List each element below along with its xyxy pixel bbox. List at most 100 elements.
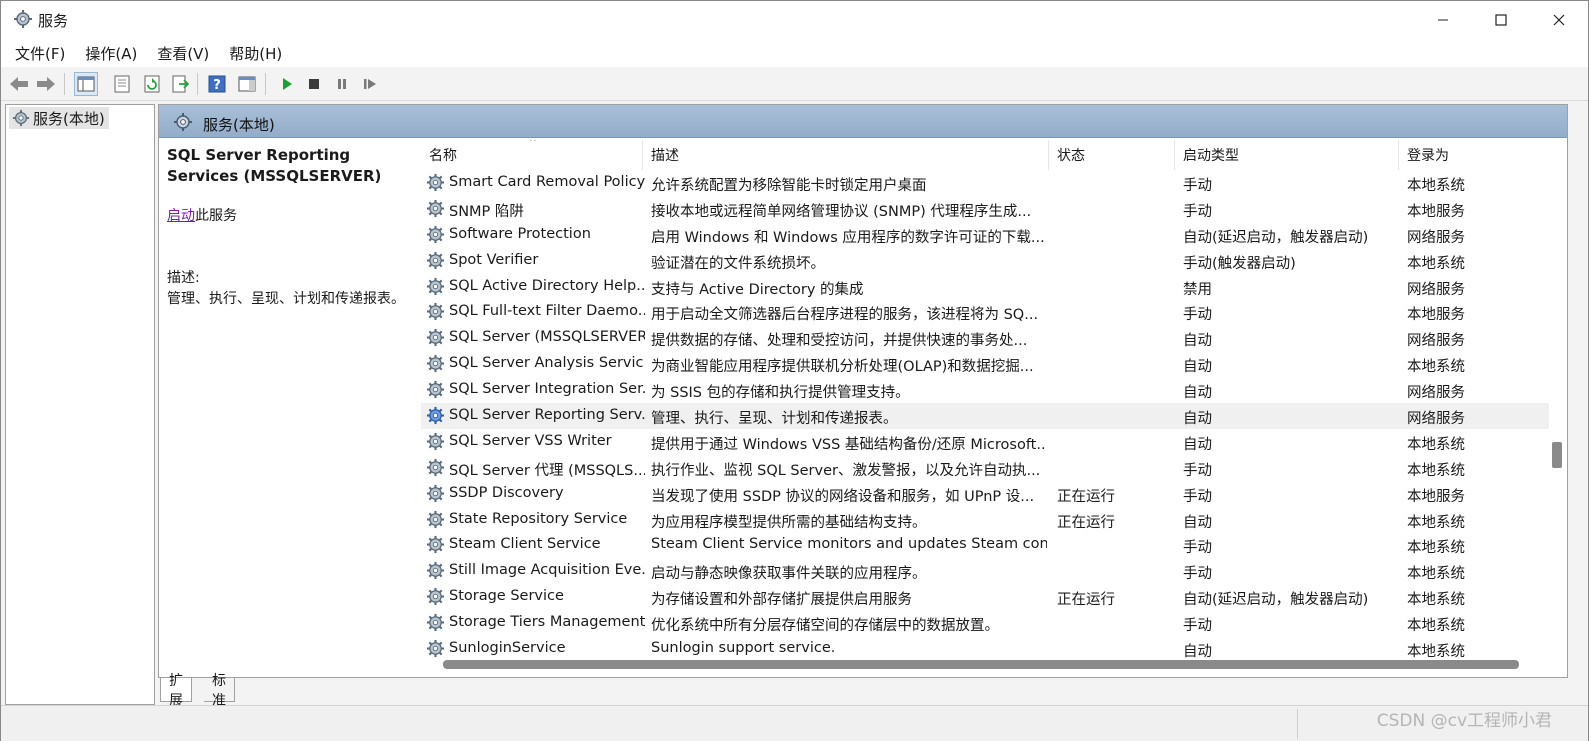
help-button[interactable]: ?	[205, 72, 229, 96]
selected-service-title: SQL Server Reporting Services (MSSQLSERV…	[167, 146, 382, 185]
service-startup-type: 手动	[1183, 178, 1212, 194]
tab-extended[interactable]: 扩展	[160, 673, 192, 709]
column-header-logon-as[interactable]: 登录为	[1399, 140, 1549, 170]
service-row[interactable]: SQL Active Directory Help... 支持与 Active D…	[421, 274, 1549, 300]
service-name: SQL Server (MSSQLSERVER)	[449, 329, 645, 346]
column-startup-label: 启动类型	[1183, 148, 1239, 164]
sort-ascending-icon: ^	[529, 140, 537, 148]
service-row[interactable]: SunloginService Sunlogin support service.…	[421, 636, 1549, 658]
menu-view[interactable]: 查看(V)	[149, 41, 217, 66]
play-icon	[283, 78, 292, 90]
stop-service-button[interactable]	[302, 72, 326, 96]
service-gear-icon	[426, 406, 445, 425]
service-logon-as: 本地系统	[1407, 644, 1465, 658]
start-service-link[interactable]: 启动	[167, 208, 195, 224]
service-startup-type: 手动	[1183, 462, 1212, 479]
service-row[interactable]: SNMP 陷阱 接收本地或远程简单网络管理协议 (SNMP) 代理程序生成... 手…	[421, 196, 1549, 222]
service-gear-icon	[426, 432, 445, 450]
service-logon-as: 本地系统	[1407, 592, 1465, 609]
services-list: 名称 ^ 描述 状态 启动类型 登录为 Smart Card Removal P…	[421, 140, 1549, 658]
column-header-name[interactable]: 名称 ^	[421, 140, 643, 170]
service-startup-type: 手动(触发器启动)	[1183, 255, 1296, 272]
export-icon	[172, 75, 189, 93]
show-action-pane-button[interactable]	[235, 72, 259, 96]
toolbar-separator	[64, 73, 65, 95]
service-row[interactable]: SQL Server (MSSQLSERVER) 提供数据的存储、处理和受控访问，…	[421, 325, 1549, 351]
start-service-button[interactable]	[275, 72, 299, 96]
properties-button[interactable]	[110, 72, 134, 96]
service-row[interactable]: SQL Server Reporting Serv... 管理、执行、呈现、计划和…	[421, 403, 1549, 429]
service-startup-type: 手动	[1183, 540, 1212, 557]
service-row[interactable]: Still Image Acquisition Eve... 启动与静态映像获取事…	[421, 558, 1549, 584]
service-row[interactable]: SQL Server VSS Writer 提供用于通过 Windows VSS …	[421, 429, 1549, 455]
service-logon-as: 本地系统	[1407, 436, 1465, 453]
service-row[interactable]: SQL Server 代理 (MSSQLS... 执行作业、监视 SQL Serv…	[421, 455, 1549, 481]
console-tree: 服务(本地)	[5, 104, 155, 705]
minimize-button[interactable]	[1414, 1, 1472, 39]
back-button[interactable]	[7, 72, 31, 96]
service-row[interactable]: Storage Tiers Management 优化系统中所有分层存储空间的存储…	[421, 610, 1549, 636]
service-gear-icon	[426, 277, 445, 295]
service-row[interactable]: State Repository Service 为应用程序模型提供所需的基础结构…	[421, 507, 1549, 533]
tab-standard[interactable]: 标准	[204, 673, 235, 709]
vertical-scroll-thumb[interactable]	[1552, 442, 1562, 468]
service-description: Sunlogin support service.	[651, 640, 836, 657]
service-gear-icon	[426, 199, 445, 217]
services-gear-icon	[12, 109, 30, 127]
service-description: 验证潜在的文件系统损坏。	[651, 255, 825, 272]
service-row[interactable]: Software Protection 启用 Windows 和 Windows …	[421, 222, 1549, 248]
column-header-status[interactable]: 状态	[1049, 140, 1175, 170]
tree-item-services-local[interactable]: 服务(本地)	[9, 107, 109, 129]
restart-service-button[interactable]	[358, 72, 382, 96]
service-startup-type: 自动	[1183, 385, 1212, 402]
menu-action[interactable]: 操作(A)	[77, 41, 145, 66]
status-separator	[1297, 709, 1298, 739]
vertical-scrollbar[interactable]	[1550, 140, 1562, 658]
service-row[interactable]: SQL Full-text Filter Daemo... 用于启动全文筛选器后台…	[421, 299, 1549, 325]
watermark-text: CSDN @cv工程师小君	[1376, 711, 1552, 731]
menu-help[interactable]: 帮助(H)	[221, 41, 290, 66]
close-button[interactable]	[1530, 1, 1588, 39]
column-header-startup-type[interactable]: 启动类型	[1175, 140, 1399, 170]
service-description: 当发现了使用 SSDP 协议的网络设备和服务，如 UPnP 设...	[651, 488, 1035, 505]
horizontal-scroll-thumb[interactable]	[443, 660, 1519, 669]
service-name: SQL Server Reporting Serv...	[449, 407, 645, 424]
show-hide-console-tree-button[interactable]	[74, 72, 98, 96]
forward-arrow-icon	[37, 77, 55, 91]
horizontal-scrollbar[interactable]	[421, 658, 1551, 672]
export-list-button[interactable]	[168, 72, 192, 96]
column-header-description[interactable]: 描述	[643, 140, 1049, 170]
service-description: 支持与 Active Directory 的集成	[651, 281, 864, 298]
refresh-button[interactable]	[140, 72, 164, 96]
forward-button[interactable]	[34, 72, 58, 96]
service-logon-as: 本地服务	[1407, 307, 1465, 324]
service-gear-icon	[426, 536, 445, 554]
toolbar: ?	[1, 67, 1588, 101]
column-status-label: 状态	[1057, 148, 1085, 164]
service-row[interactable]: SQL Server Integration Ser... 为 SSIS 包的存储…	[421, 377, 1549, 403]
service-name: Storage Service	[449, 588, 564, 605]
service-startup-type: 自动	[1183, 436, 1212, 453]
tree-item-label: 服务(本地)	[33, 109, 105, 128]
service-row[interactable]: Smart Card Removal Policy 允许系统配置为移除智能卡时锁定…	[421, 170, 1549, 196]
service-gear-icon	[426, 381, 445, 399]
service-startup-type: 手动	[1183, 307, 1212, 324]
service-gear-icon	[426, 639, 445, 658]
service-row[interactable]: Spot Verifier 验证潜在的文件系统损坏。 手动(触发器启动) 本地系统	[421, 248, 1549, 274]
menu-file[interactable]: 文件(F)	[7, 41, 73, 66]
service-rows: Smart Card Removal Policy 允许系统配置为移除智能卡时锁定…	[421, 170, 1549, 658]
services-gear-icon	[174, 113, 192, 131]
pause-service-button[interactable]	[330, 72, 354, 96]
service-gear-icon	[426, 458, 445, 476]
maximize-button[interactable]	[1472, 1, 1530, 39]
toolbar-separator	[197, 73, 198, 95]
action-pane-icon	[238, 76, 256, 92]
service-row[interactable]: Storage Service 为存储设置和外部存储扩展提供启用服务 正在运行 自动(…	[421, 584, 1549, 610]
service-name: SQL Active Directory Help...	[449, 277, 645, 294]
service-description: 为应用程序模型提供所需的基础结构支持。	[651, 514, 927, 531]
service-row[interactable]: Steam Client Service Steam Client Service…	[421, 532, 1549, 558]
service-row[interactable]: SSDP Discovery 当发现了使用 SSDP 协议的网络设备和服务，如 U…	[421, 481, 1549, 507]
service-startup-type: 自动(延迟启动，触发器启动)	[1183, 592, 1369, 609]
service-row[interactable]: SQL Server Analysis Servic... 为商业智能应用程序提供…	[421, 351, 1549, 377]
main-pane: 服务(本地) SQL Server Reporting Services (MS…	[158, 104, 1568, 678]
